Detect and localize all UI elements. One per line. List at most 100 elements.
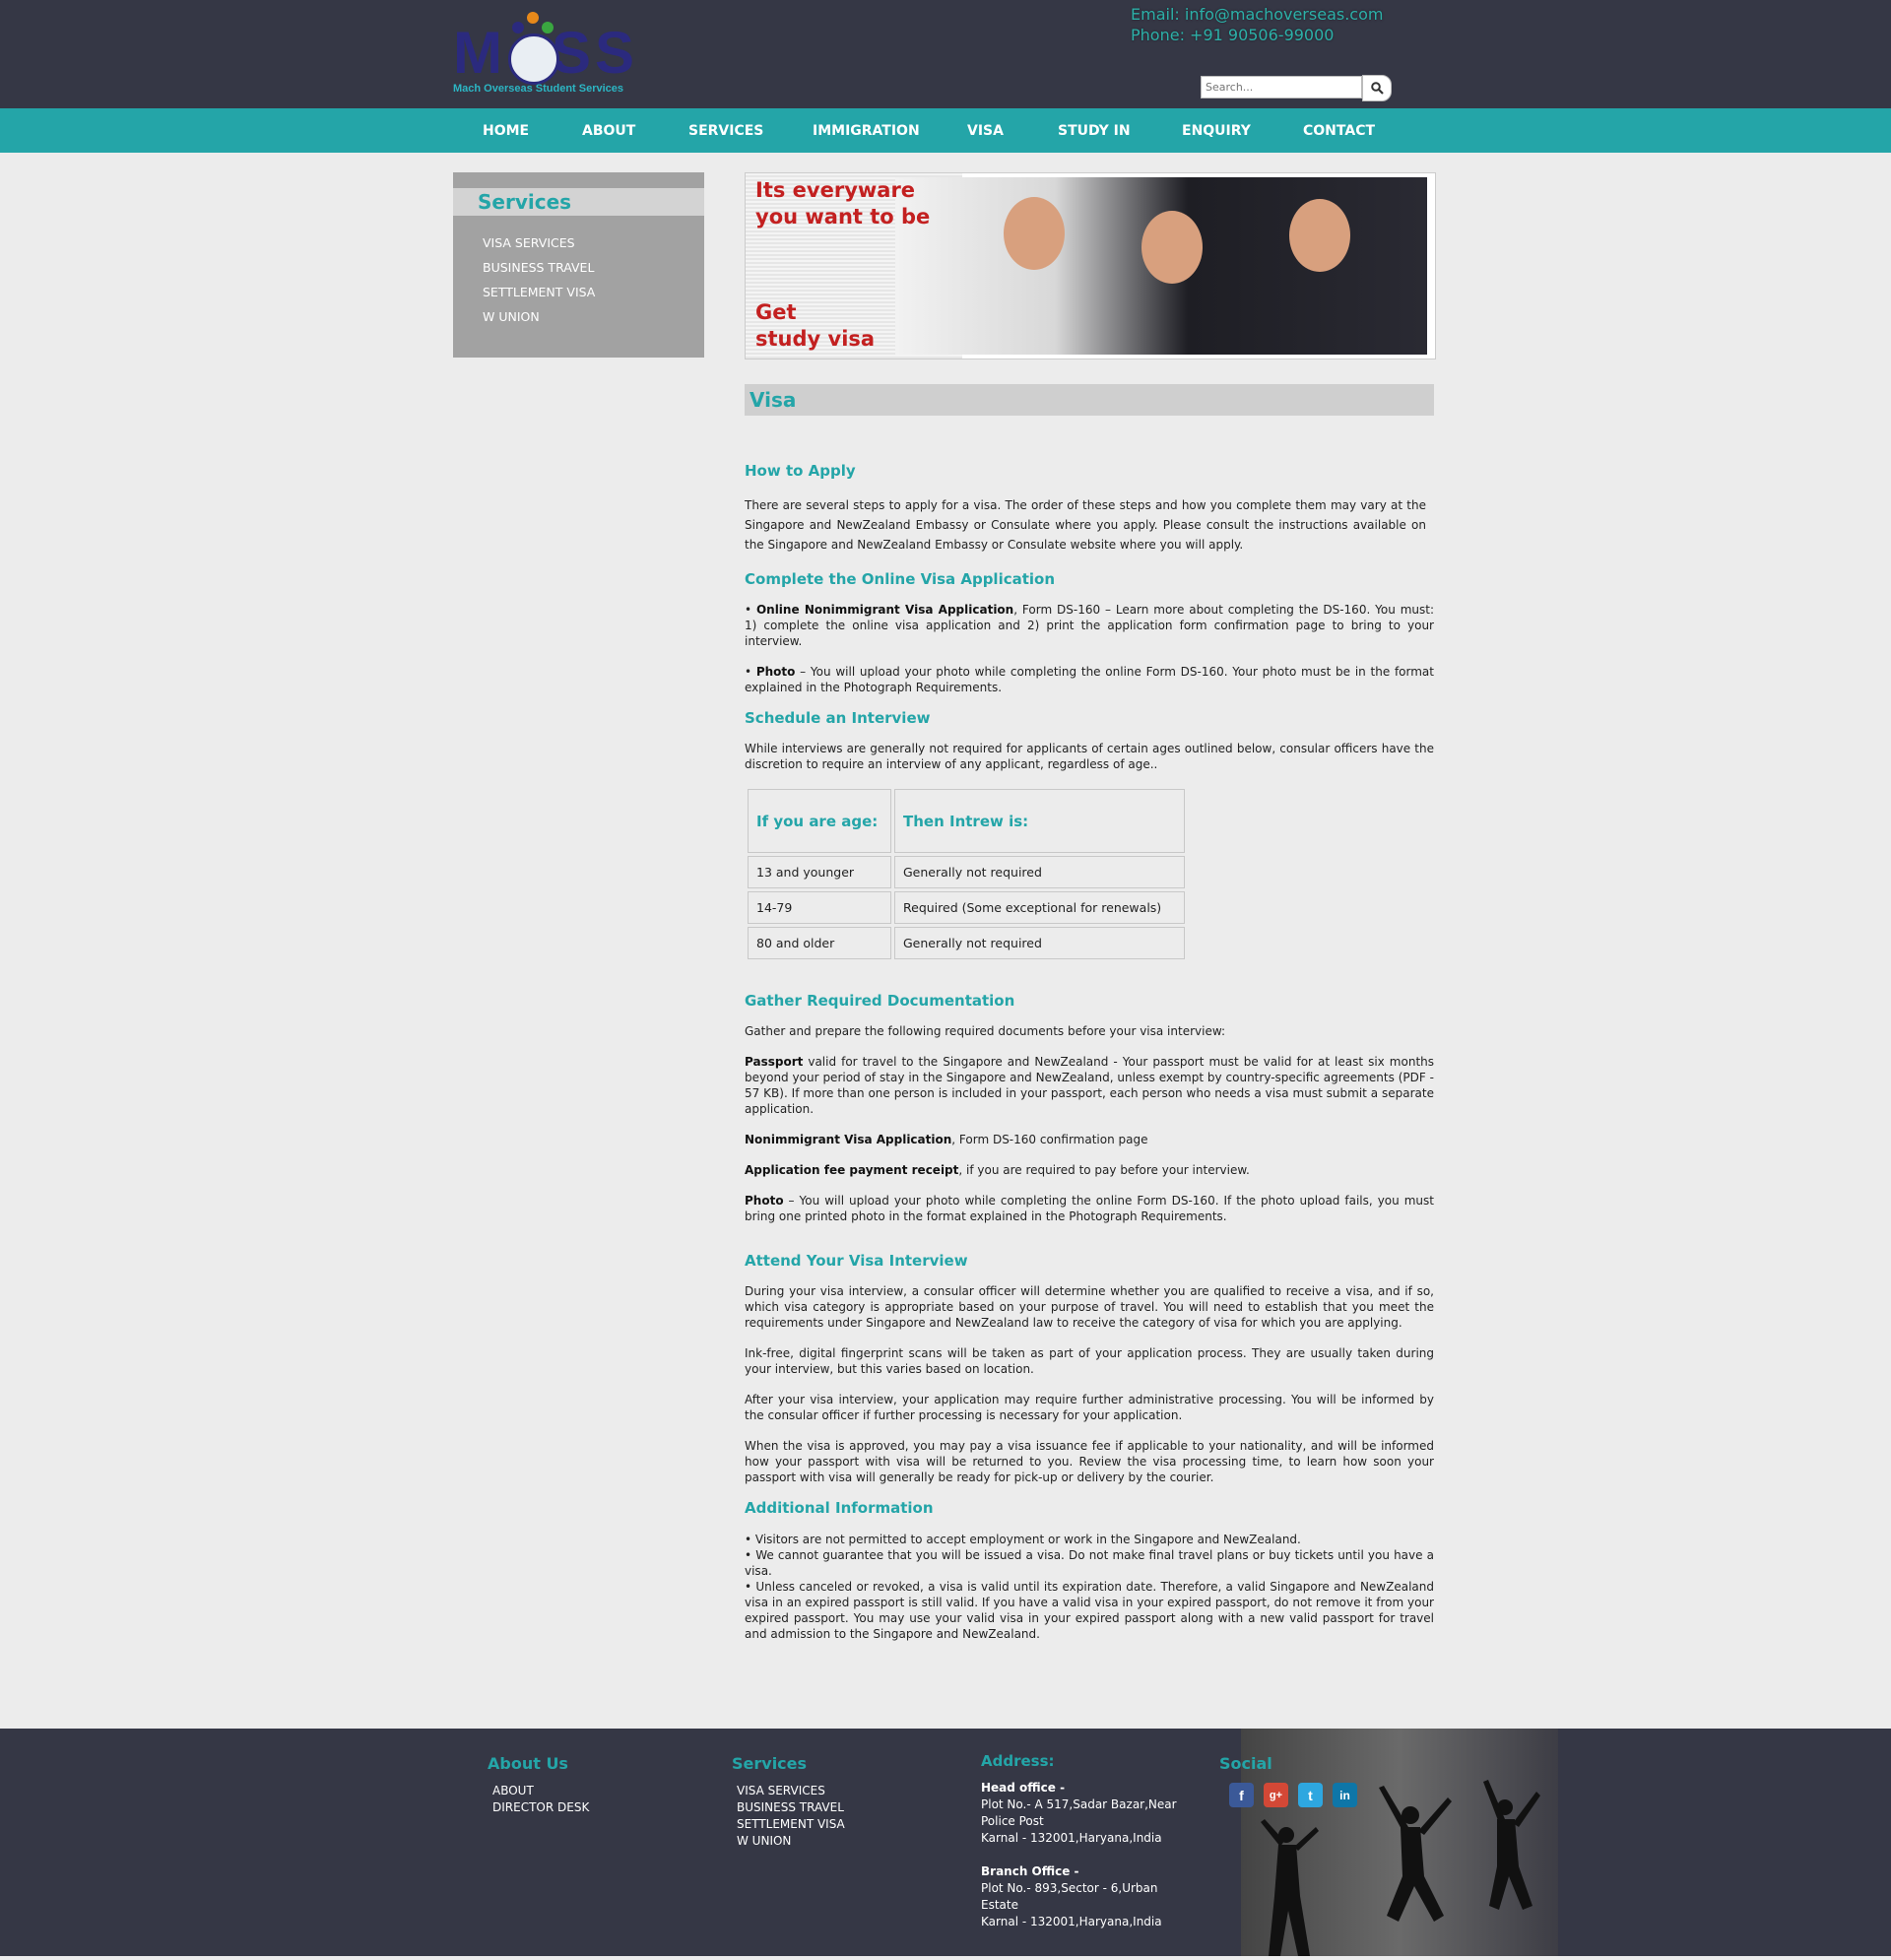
site-logo[interactable]: M SS Mach Overseas Student Services <box>453 8 660 98</box>
banner-line-4: study visa <box>755 327 876 351</box>
table-header-row: If you are age: Then Intrew is: <box>748 789 1185 853</box>
branch-office-label: Branch Office - <box>981 1864 1079 1878</box>
footer-social: Social f g+ t in <box>1219 1754 1357 1807</box>
search-icon <box>1370 82 1384 95</box>
footer-address-title: Address: <box>981 1752 1055 1770</box>
footer-address: Address: Head office - Plot No.- A 517,S… <box>981 1752 1188 1930</box>
table-header: If you are age: <box>748 789 891 853</box>
head-office-address: Head office - Plot No.- A 517,Sadar Baza… <box>981 1780 1188 1847</box>
contact-email[interactable]: Email: info@machoverseas.com <box>1131 4 1383 25</box>
online-application-item: • Online Nonimmigrant Visa Application, … <box>745 603 1434 648</box>
social-links: f g+ t in <box>1229 1783 1357 1807</box>
interview-age-table: If you are age: Then Intrew is: 13 and y… <box>745 786 1188 962</box>
table-row: 14-79 Required (Some exceptional for ren… <box>748 891 1185 924</box>
page-title: Visa <box>745 384 1434 416</box>
gather-heading: Gather Required Documentation <box>745 992 1015 1010</box>
nav-study-in[interactable]: STUDY IN <box>1058 123 1182 139</box>
contact-phone[interactable]: Phone: +91 90506-99000 <box>1131 25 1383 45</box>
google-plus-icon[interactable]: g+ <box>1264 1783 1288 1807</box>
doc-application: Nonimmigrant Visa Application, Form DS-1… <box>745 1132 1434 1147</box>
additional-item: • We cannot guarantee that you will be i… <box>745 1548 1434 1578</box>
head-office-line: Karnal - 132001,Haryana,India <box>981 1831 1162 1845</box>
search-button[interactable] <box>1362 75 1392 101</box>
head-office-label: Head office - <box>981 1781 1066 1795</box>
facebook-icon[interactable]: f <box>1229 1783 1254 1807</box>
sidebar-item-visa-services[interactable]: VISA SERVICES <box>483 233 704 258</box>
hero-banner: Its everyware you want to be Get study v… <box>745 172 1436 359</box>
item-text: , Form DS-160 confirmation page <box>951 1133 1148 1146</box>
schedule-text: While interviews are generally not requi… <box>745 742 1434 771</box>
site-footer: About Us ABOUT DIRECTOR DESK Services VI… <box>0 1729 1891 1956</box>
table-cell: Required (Some exceptional for renewals) <box>894 891 1185 924</box>
footer-link-about[interactable]: ABOUT <box>488 1783 589 1799</box>
banner-line-2: you want to be <box>755 205 931 229</box>
table-row: 13 and younger Generally not required <box>748 856 1185 888</box>
sidebar-menu: VISA SERVICES BUSINESS TRAVEL SETTLEMENT… <box>453 233 704 332</box>
nav-enquiry[interactable]: ENQUIRY <box>1182 123 1303 139</box>
footer-link-w-union[interactable]: W UNION <box>732 1833 845 1850</box>
graduate-face <box>1141 211 1203 284</box>
footer-social-title: Social <box>1219 1754 1272 1773</box>
footer-link-director-desk[interactable]: DIRECTOR DESK <box>488 1799 589 1816</box>
sidebar-item-w-union[interactable]: W UNION <box>483 307 704 332</box>
main-nav: HOME ABOUT SERVICES IMMIGRATION VISA STU… <box>0 108 1891 153</box>
schedule-heading: Schedule an Interview <box>745 709 931 727</box>
branch-office-line: Karnal - 132001,Haryana,India <box>981 1915 1162 1928</box>
footer-services: Services VISA SERVICES BUSINESS TRAVEL S… <box>732 1754 845 1850</box>
banner-line-1: Its everyware <box>755 178 916 202</box>
table-cell: Generally not required <box>894 856 1185 888</box>
banner-line-3: Get <box>755 300 797 324</box>
site-header: M SS Mach Overseas Student Services Email… <box>0 0 1891 108</box>
search-input[interactable] <box>1201 76 1362 98</box>
branch-office-line: Plot No.- 893,Sector - 6,Urban Estate <box>981 1881 1158 1912</box>
additional-item: • Unless canceled or revoked, a visa is … <box>745 1580 1434 1641</box>
sidebar-item-settlement-visa[interactable]: SETTLEMENT VISA <box>483 283 704 307</box>
how-to-apply-text: There are several steps to apply for a v… <box>745 498 1426 552</box>
linkedin-icon[interactable]: in <box>1333 1783 1357 1807</box>
footer-services-links: VISA SERVICES BUSINESS TRAVEL SETTLEMENT… <box>732 1783 845 1850</box>
head-office-line: Plot No.- A 517,Sadar Bazar,Near Police … <box>981 1797 1177 1828</box>
attend-paragraph: After your visa interview, your applicat… <box>745 1393 1434 1422</box>
attend-heading: Attend Your Visa Interview <box>745 1252 968 1270</box>
item-bold: Nonimmigrant Visa Application <box>745 1133 952 1146</box>
nav-about[interactable]: ABOUT <box>582 123 688 139</box>
additional-heading: Additional Information <box>745 1499 934 1517</box>
nav-visa[interactable]: VISA <box>967 123 1058 139</box>
footer-link-visa-services[interactable]: VISA SERVICES <box>732 1783 845 1799</box>
header-contact: Email: info@machoverseas.com Phone: +91 … <box>1131 4 1383 45</box>
additional-item: • Visitors are not permitted to accept e… <box>745 1533 1301 1546</box>
graduate-face <box>1289 199 1350 272</box>
footer-about-title: About Us <box>488 1754 568 1773</box>
doc-photo: Photo – You will upload your photo while… <box>745 1193 1434 1224</box>
nav-services[interactable]: SERVICES <box>688 123 813 139</box>
footer-about: About Us ABOUT DIRECTOR DESK <box>488 1754 589 1816</box>
footer-about-links: ABOUT DIRECTOR DESK <box>488 1783 589 1816</box>
nav-contact[interactable]: CONTACT <box>1303 123 1402 139</box>
doc-passport: Passport valid for travel to the Singapo… <box>745 1054 1434 1117</box>
banner-headline: Its everyware you want to be <box>755 177 930 230</box>
footer-services-title: Services <box>732 1754 808 1773</box>
sidebar-title: Services <box>453 188 704 216</box>
table-cell: 13 and younger <box>748 856 891 888</box>
search-box <box>1201 75 1401 101</box>
gather-intro: Gather and prepare the following require… <box>745 1024 1226 1038</box>
branch-office-address: Branch Office - Plot No.- 893,Sector - 6… <box>981 1863 1188 1930</box>
attend-paragraph: When the visa is approved, you may pay a… <box>745 1439 1434 1484</box>
item-text: valid for travel to the Singapore and Ne… <box>745 1055 1434 1116</box>
sidebar-item-business-travel[interactable]: BUSINESS TRAVEL <box>483 258 704 283</box>
footer-link-settlement-visa[interactable]: SETTLEMENT VISA <box>732 1816 845 1833</box>
table-cell: Generally not required <box>894 927 1185 959</box>
item-text: , if you are required to pay before your… <box>958 1163 1250 1177</box>
table-row: 80 and older Generally not required <box>748 927 1185 959</box>
item-bold: Passport <box>745 1055 804 1069</box>
nav-home[interactable]: HOME <box>483 123 582 139</box>
item-bold: Online Nonimmigrant Visa Application <box>755 603 1014 617</box>
how-to-apply-heading: How to Apply <box>745 462 856 480</box>
twitter-icon[interactable]: t <box>1298 1783 1323 1807</box>
nav-immigration[interactable]: IMMIGRATION <box>813 123 967 139</box>
globe-icon <box>508 33 559 85</box>
services-sidebar: Services VISA SERVICES BUSINESS TRAVEL S… <box>453 172 704 358</box>
footer-link-business-travel[interactable]: BUSINESS TRAVEL <box>732 1799 845 1816</box>
doc-fee-receipt: Application fee payment receipt, if you … <box>745 1162 1434 1178</box>
item-text: – You will upload your photo while compl… <box>745 665 1434 694</box>
